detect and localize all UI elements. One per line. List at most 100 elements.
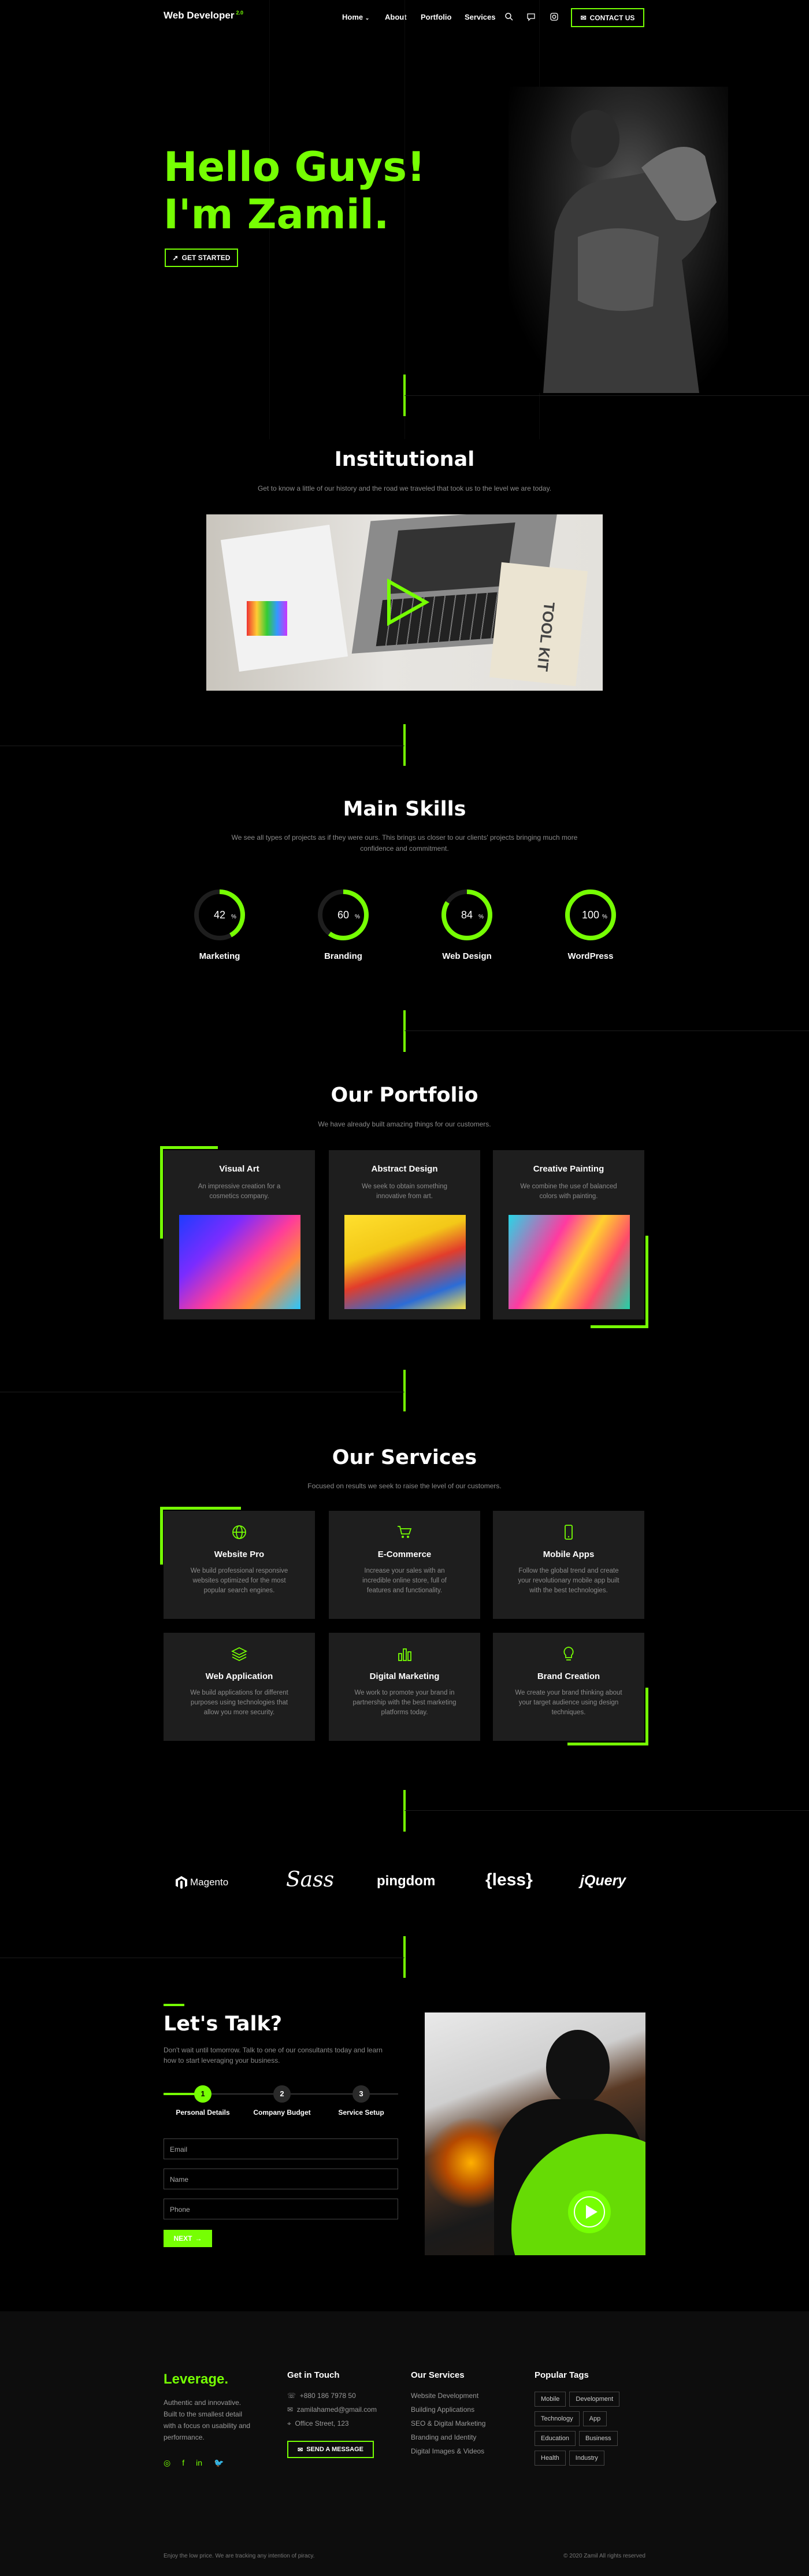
skill-label: Web Design — [442, 951, 492, 961]
chat-icon[interactable] — [526, 12, 536, 22]
portfolio-card-title: Creative Painting — [533, 1164, 604, 1174]
portfolio-image — [179, 1215, 300, 1309]
portfolio-card-text: We combine the use of balanced colors wi… — [520, 1183, 617, 1200]
divider-hline — [404, 395, 809, 396]
hero-line-2: I'm Zamil. — [164, 191, 389, 238]
progress-ring: 84 % — [441, 889, 492, 940]
search-icon[interactable] — [504, 12, 514, 22]
footer-touch-title: Get in Touch — [287, 2370, 340, 2380]
footer-service-link[interactable]: Digital Images & Videos — [411, 2447, 515, 2455]
tag-app[interactable]: App — [582, 2411, 607, 2426]
mobile-icon — [565, 1525, 573, 1540]
tag-industry[interactable]: Industry — [569, 2451, 604, 2466]
footer-email[interactable]: ✉ zamilahamed@gmail.com — [287, 2405, 391, 2414]
institutional-video[interactable]: TOOL KIT — [206, 514, 603, 691]
contact-us-label: CONTACT US — [589, 13, 635, 22]
talk-video[interactable] — [425, 2012, 645, 2255]
play-button[interactable] — [568, 2190, 611, 2233]
nav-portfolio[interactable]: Portfolio — [421, 13, 451, 21]
footer-services: Our Services Website Development Buildin… — [411, 2370, 515, 2461]
hero-portrait — [509, 87, 728, 393]
services-subtitle: Focused on results we seek to raise the … — [307, 1482, 502, 1490]
get-started-button[interactable]: ➚ GET STARTED — [165, 249, 238, 267]
footer-brand: Leverage. — [164, 2371, 229, 2387]
service-card[interactable]: Website Pro We build professional respon… — [164, 1511, 315, 1619]
bulb-icon — [563, 1647, 574, 1660]
hero-heading: Hello Guys! I'm Zamil. — [164, 143, 425, 238]
portfolio-card-text: An impressive creation for a cosmetics c… — [198, 1183, 281, 1200]
tag-mobile[interactable]: Mobile — [535, 2392, 566, 2407]
skill-label: WordPress — [567, 951, 614, 961]
percent-sign: % — [478, 914, 484, 920]
percent-sign: % — [602, 914, 607, 920]
address-text: Office Street, 123 — [295, 2419, 349, 2427]
skill-item: 100 % WordPress — [547, 887, 634, 961]
step-3[interactable]: 3 — [352, 2085, 370, 2103]
footer-service-link[interactable]: Website Development — [411, 2392, 515, 2400]
send-message-label: SEND A MESSAGE — [306, 2446, 364, 2453]
skill-label: Marketing — [199, 951, 240, 961]
step-1[interactable]: 1 — [194, 2085, 211, 2103]
percent-sign: % — [231, 914, 236, 920]
brand-magento: Magento — [175, 1876, 228, 1889]
service-text: Increase your sales with an incredible o… — [362, 1567, 447, 1594]
tag-development[interactable]: Development — [569, 2392, 620, 2407]
linkedin-icon[interactable]: in — [196, 2458, 202, 2468]
service-title: Mobile Apps — [543, 1550, 595, 1559]
progress-ring: 42 % — [194, 889, 245, 940]
portfolio-card-creative-painting[interactable]: Creative Painting We combine the use of … — [493, 1150, 644, 1319]
portfolio-card-title: Abstract Design — [371, 1164, 438, 1174]
beanie — [546, 2030, 610, 2105]
message-icon: ✉ — [297, 2446, 303, 2453]
instagram-icon[interactable]: ◎ — [164, 2458, 170, 2468]
footer-address: ⌖ Office Street, 123 — [287, 2419, 391, 2428]
nav-services[interactable]: Services — [465, 13, 496, 21]
service-text: Follow the global trend and create your … — [518, 1567, 619, 1594]
footer-service-link[interactable]: SEO & Digital Marketing — [411, 2419, 515, 2427]
contact-us-button[interactable]: ✉ CONTACT US — [571, 8, 644, 27]
skill-percent: 60 — [337, 909, 349, 921]
footer-phone[interactable]: ☏ +880 186 7978 50 — [287, 2392, 391, 2400]
service-card[interactable]: Web Application We build applications fo… — [164, 1633, 315, 1741]
footer-service-link[interactable]: Building Applications — [411, 2405, 515, 2414]
name-field[interactable]: Name — [164, 2169, 398, 2189]
portfolio-card-text: We seek to obtain something innovative f… — [361, 1183, 448, 1200]
tag-business[interactable]: Business — [578, 2431, 618, 2446]
chart-icon — [398, 1648, 411, 1661]
twitter-icon[interactable]: 🐦 — [214, 2458, 224, 2468]
play-icon[interactable] — [385, 578, 429, 627]
tag-list: Mobile Development Technology App Education B… — [535, 2392, 650, 2470]
location-icon: ⌖ — [287, 2419, 291, 2427]
footer-copyright: © 2020 Zamil All rights reserved — [563, 2553, 645, 2559]
next-button[interactable]: NEXT → — [164, 2230, 212, 2247]
divider-line — [403, 1010, 406, 1052]
portfolio-title: Our Portfolio — [331, 1084, 478, 1107]
service-card[interactable]: Digital Marketing We work to promote you… — [329, 1633, 480, 1741]
step-1-label: Personal Details — [176, 2108, 230, 2117]
service-card[interactable]: Brand Creation We create your brand thin… — [493, 1633, 644, 1741]
step-2[interactable]: 2 — [273, 2085, 291, 2103]
portfolio-card-visual-art[interactable]: Visual Art An impressive creation for a … — [164, 1150, 315, 1319]
service-title: Web Application — [205, 1671, 273, 1681]
nav-home[interactable]: Home ⌄ — [342, 13, 369, 21]
service-card[interactable]: Mobile Apps Follow the global trend and … — [493, 1511, 644, 1619]
institutional-subtitle: Get to know a little of our history and … — [257, 484, 552, 492]
send-message-button[interactable]: ✉ SEND A MESSAGE — [287, 2441, 374, 2458]
tag-technology[interactable]: Technology — [535, 2411, 580, 2426]
magento-icon — [176, 1876, 187, 1889]
footer: Leverage. Authentic and innovative. Buil… — [0, 2311, 809, 2576]
tag-education[interactable]: Education — [535, 2431, 576, 2446]
service-card[interactable]: E-Commerce Increase your sales with an i… — [329, 1511, 480, 1619]
tag-health[interactable]: Health — [535, 2451, 566, 2466]
facebook-icon[interactable]: f — [182, 2458, 184, 2468]
email-field[interactable]: Email — [164, 2138, 398, 2159]
nav-about[interactable]: About — [385, 13, 407, 21]
phone-field[interactable]: Phone — [164, 2199, 398, 2219]
message-icon: ✉ — [580, 13, 587, 22]
phone-icon: ☏ — [287, 2392, 296, 2400]
instagram-icon[interactable] — [549, 12, 559, 22]
skill-item: 42 % Marketing — [176, 887, 263, 961]
portfolio-card-abstract-design[interactable]: Abstract Design We seek to obtain someth… — [329, 1150, 480, 1319]
footer-service-link[interactable]: Branding and Identity — [411, 2433, 515, 2441]
logo[interactable]: Web Developer 2.0 — [164, 10, 243, 21]
